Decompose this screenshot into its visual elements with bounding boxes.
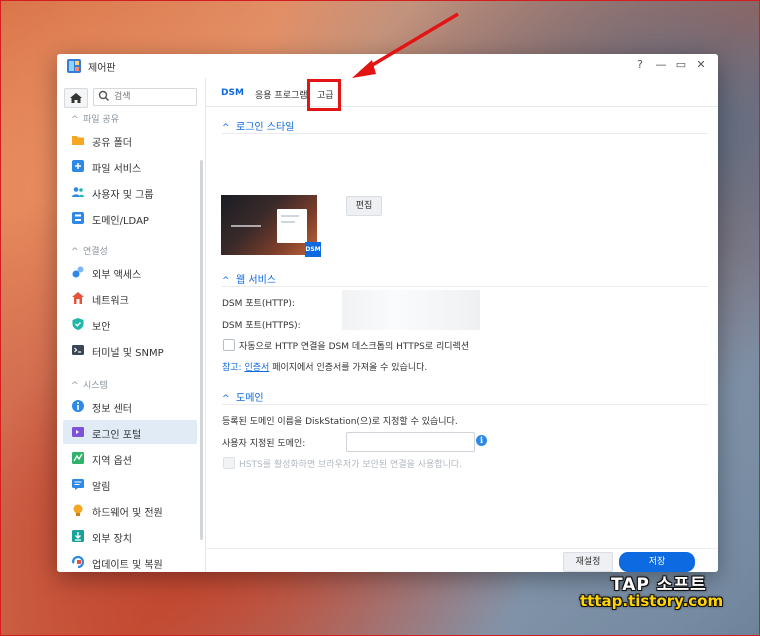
shield-icon <box>72 318 84 330</box>
https-port-label: DSM 포트(HTTPS): <box>222 321 301 331</box>
sidebar-item-external-devices[interactable]: 외부 장치 <box>63 524 197 548</box>
certificate-note: 참고: 인증서 페이지에서 인증서를 가져올 수 있습니다. <box>222 363 428 373</box>
sidebar-item-regional-options[interactable]: 지역 옵션 <box>63 446 197 470</box>
preview-decoration <box>231 225 261 227</box>
section-domain[interactable]: ^ 도메인 <box>222 389 264 404</box>
home-button[interactable] <box>64 88 88 108</box>
notification-icon <box>72 479 84 490</box>
main-panel: DSM 응용 프로그램 고급 ^ 로그인 스타일 DSM 편집 ^ 웹 서비스 DS… <box>206 78 718 572</box>
port-fields-redacted[interactable] <box>342 290 480 330</box>
dsm-badge: DSM <box>305 242 321 257</box>
external-device-icon <box>72 530 84 542</box>
info-center-icon <box>72 400 84 412</box>
home-icon <box>70 93 82 103</box>
redirect-https-checkbox[interactable] <box>223 339 235 351</box>
chevron-up-icon: ^ <box>222 276 230 286</box>
section-header-system[interactable]: ^ 시스템 <box>71 378 108 391</box>
sidebar-item-terminal-snmp[interactable]: 터미널 및 SNMP <box>63 338 197 362</box>
domain-ldap-icon <box>72 212 84 224</box>
control-panel-window: 제어판 ? — ▭ ✕ ^파일 공유 공유 폴더 파일 서비스 <box>57 54 718 572</box>
login-portal-icon <box>72 427 84 437</box>
sidebar-item-security[interactable]: 보안 <box>63 312 197 336</box>
sidebar-item-users-groups[interactable]: 사용자 및 그룹 <box>63 180 197 204</box>
sidebar-item-notification[interactable]: 알림 <box>63 472 197 496</box>
footer-divider <box>206 548 718 549</box>
advanced-tab-highlight-box <box>307 79 341 111</box>
lightbulb-icon <box>73 504 83 516</box>
section-login-style[interactable]: ^ 로그인 스타일 <box>222 118 294 133</box>
sidebar-item-network[interactable]: 네트워크 <box>63 286 197 310</box>
section-header-file-sharing[interactable]: ^ 파일 공유 <box>71 112 119 125</box>
sidebar: ^파일 공유 공유 폴더 파일 서비스 사용자 및 그룹 도메인/LDAP ^연… <box>57 78 206 572</box>
divider <box>222 133 708 134</box>
hsts-checkbox[interactable] <box>223 457 235 469</box>
watermark-url: tttap.tistory.com <box>580 592 724 610</box>
divider <box>222 286 708 287</box>
minimize-icon[interactable]: — <box>654 58 668 71</box>
update-restore-icon <box>71 555 85 569</box>
chevron-up-icon: ^ <box>222 394 230 404</box>
sidebar-item-update-restore[interactable]: 업데이트 및 복원 <box>63 550 197 572</box>
sidebar-item-hardware-power[interactable]: 하드웨어 및 전원 <box>63 498 197 522</box>
info-icon[interactable]: i <box>476 435 487 446</box>
divider <box>222 404 708 405</box>
sidebar-item-external-access[interactable]: 외부 액세스 <box>63 260 197 284</box>
sidebar-scrollbar[interactable] <box>200 160 203 540</box>
preview-login-card <box>277 209 307 243</box>
chevron-up-icon: ^ <box>71 381 79 391</box>
sidebar-item-info-center[interactable]: 정보 센터 <box>63 394 197 418</box>
tab-applications[interactable]: 응용 프로그램 <box>255 88 308 101</box>
control-panel-app-icon <box>67 59 81 73</box>
domain-description: 등록된 도메인 이름을 DiskStation(으)로 지정할 수 있습니다. <box>222 417 458 427</box>
section-web-service[interactable]: ^ 웹 서비스 <box>222 271 276 286</box>
sidebar-item-login-portal[interactable]: 로그인 포털 <box>63 420 197 444</box>
http-port-label: DSM 포트(HTTP): <box>222 299 295 309</box>
search-input[interactable] <box>114 90 192 103</box>
terminal-icon <box>72 345 84 355</box>
regional-options-icon <box>72 452 84 464</box>
edit-button[interactable]: 편집 <box>346 196 382 216</box>
section-header-connectivity[interactable]: ^ 연결성 <box>71 244 108 257</box>
search-box[interactable] <box>93 88 197 106</box>
maximize-icon[interactable]: ▭ <box>674 58 688 71</box>
sidebar-item-domain-ldap[interactable]: 도메인/LDAP <box>63 206 197 230</box>
file-services-icon <box>72 160 84 172</box>
sidebar-item-file-services[interactable]: 파일 서비스 <box>63 154 197 178</box>
login-style-preview <box>221 195 317 255</box>
hsts-label: HSTS를 활성화하면 브라우저가 보안된 연결을 사용합니다. <box>239 460 463 470</box>
red-arrow-annotation <box>352 12 459 78</box>
external-access-icon <box>72 266 84 278</box>
chevron-up-icon: ^ <box>71 115 79 125</box>
tab-dsm[interactable]: DSM <box>221 88 244 98</box>
users-icon <box>72 187 84 197</box>
custom-domain-input[interactable] <box>346 432 475 452</box>
certificate-link[interactable]: 인증서 <box>244 363 269 373</box>
sidebar-item-shared-folder[interactable]: 공유 폴더 <box>63 128 197 152</box>
save-button[interactable]: 저장 <box>619 552 695 572</box>
chevron-up-icon: ^ <box>222 123 230 133</box>
reset-button[interactable]: 재설정 <box>563 552 613 572</box>
redirect-https-label: 자동으로 HTTP 연결을 DSM 데스크톱의 HTTPS로 리디렉션 <box>239 342 470 352</box>
network-icon <box>72 292 84 304</box>
folder-icon <box>72 136 84 145</box>
custom-domain-label: 사용자 지정된 도메인: <box>222 439 306 449</box>
chevron-up-icon: ^ <box>71 247 79 257</box>
close-icon[interactable]: ✕ <box>694 58 708 71</box>
help-icon[interactable]: ? <box>633 58 647 71</box>
window-title: 제어판 <box>88 63 116 74</box>
search-icon <box>98 90 110 102</box>
